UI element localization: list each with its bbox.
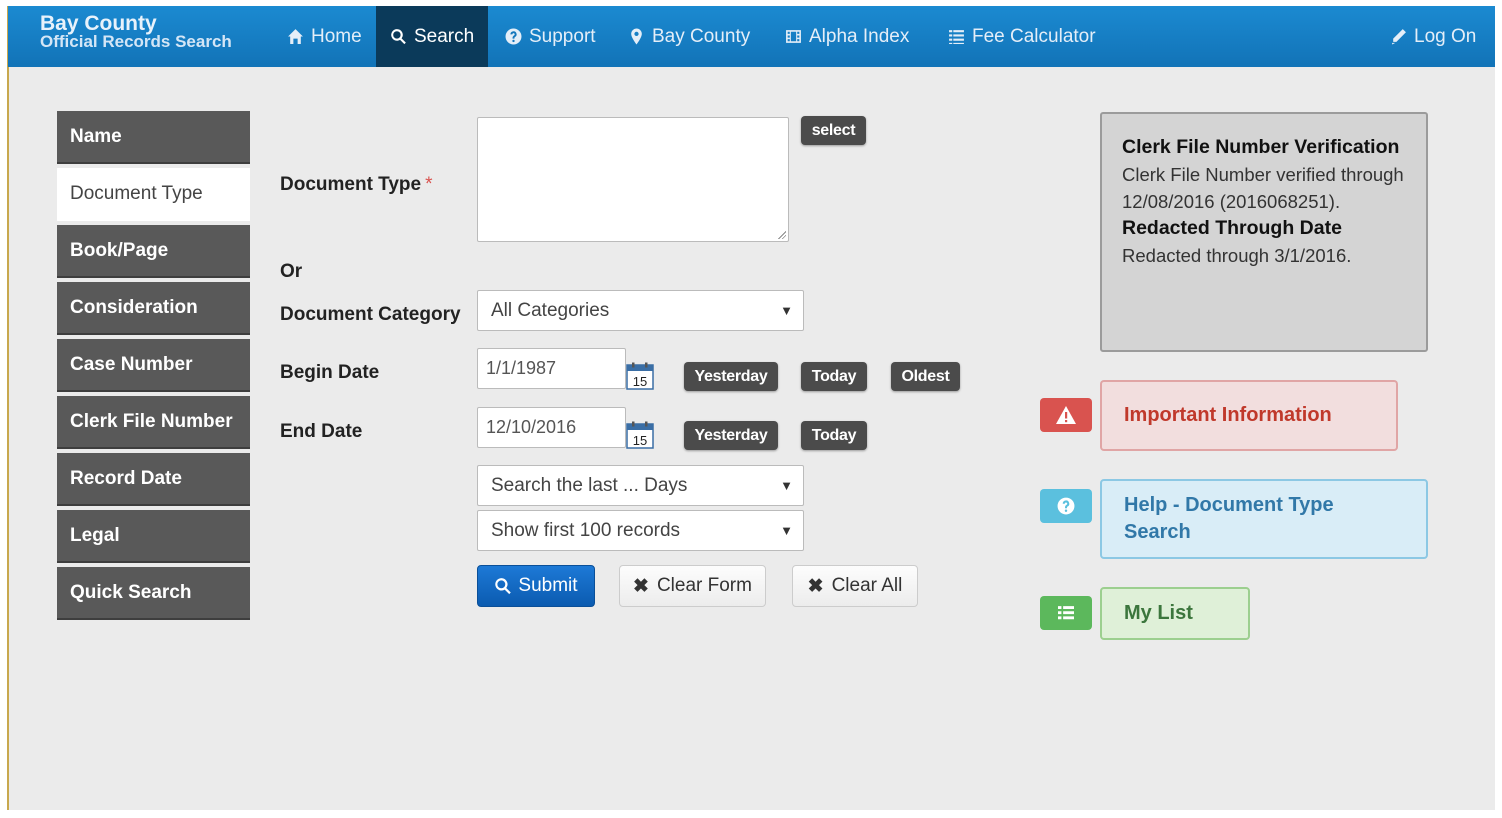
nav-support-label: Support (529, 25, 596, 47)
clear-form-button[interactable]: ✖ Clear Form (619, 565, 766, 607)
brand-subtitle: Official Records Search (40, 32, 232, 51)
chevron-down-icon: ▼ (780, 478, 793, 493)
important-information-panel[interactable]: Important Information (1100, 380, 1398, 451)
nav-search[interactable]: Search (376, 6, 489, 67)
sidebar-item-case-number[interactable]: Case Number (57, 339, 250, 392)
search-last-days-value: Search the last ... Days (491, 475, 688, 496)
nav-bay-county[interactable]: Bay County (628, 6, 750, 67)
document-category-label: Document Category (280, 304, 461, 325)
help-document-type-panel[interactable]: Help - Document Type Search (1100, 479, 1428, 559)
redacted-text: Redacted through 3/1/2016. (1122, 245, 1352, 266)
document-type-label: Document Type * (280, 174, 433, 196)
nav-alpha-index-label: Alpha Index (809, 25, 910, 47)
redacted-heading: Redacted Through Date (1122, 217, 1342, 239)
or-label: Or (280, 261, 303, 282)
begin-yesterday-button[interactable]: Yesterday (684, 362, 778, 391)
home-icon (288, 29, 303, 44)
question-circle-icon (505, 28, 522, 45)
begin-date-input[interactable]: 1/1/1987 (477, 348, 626, 389)
clear-all-label: Clear All (831, 575, 903, 596)
clear-all-button[interactable]: ✖ Clear All (792, 565, 918, 607)
help-tag[interactable] (1040, 489, 1092, 523)
calendar-day-text: 15 (633, 433, 647, 448)
film-icon (786, 30, 801, 43)
submit-label: Submit (518, 575, 578, 596)
end-yesterday-button[interactable]: Yesterday (684, 421, 778, 450)
sidebar-item-consideration[interactable]: Consideration (57, 282, 250, 335)
verification-text: Clerk File Number verified through 12/08… (1122, 164, 1404, 212)
nav-log-on-label: Log On (1414, 25, 1477, 47)
important-info-tag[interactable] (1040, 398, 1092, 432)
question-circle-icon (1057, 497, 1075, 515)
submit-button[interactable]: Submit (477, 565, 595, 607)
sidebar-item-clerk-file-number[interactable]: Clerk File Number (57, 396, 250, 449)
clerk-file-verification-box: Clerk File Number Verification Clerk Fil… (1100, 112, 1428, 352)
close-icon: ✖ (633, 575, 649, 597)
nav-home[interactable]: Home (287, 6, 362, 67)
search-icon (495, 578, 512, 595)
end-date-input[interactable]: 12/10/2016 (477, 407, 626, 448)
close-icon: ✖ (807, 575, 824, 597)
nav-bay-county-label: Bay County (652, 25, 751, 47)
required-marker: * (425, 174, 433, 195)
begin-today-button[interactable]: Today (801, 362, 867, 391)
my-list-panel[interactable]: My List (1100, 587, 1250, 640)
document-category-value: All Categories (491, 300, 610, 321)
help-panel-label: Help - Document Type Search (1124, 494, 1334, 543)
list-icon (1058, 606, 1074, 620)
nav-fee-calculator[interactable]: Fee Calculator (948, 6, 1096, 67)
pencil-icon (1392, 29, 1406, 45)
sidebar-item-document-type[interactable]: Document Type (57, 168, 250, 221)
resize-grip-icon[interactable] (777, 230, 786, 239)
select-document-type-button[interactable]: select (801, 116, 866, 145)
my-list-tag[interactable] (1040, 596, 1092, 630)
map-marker-icon (631, 28, 642, 45)
calendar-icon[interactable]: 15 (626, 421, 654, 449)
top-navbar: Bay County Official Records Search Home … (8, 6, 1495, 67)
clear-form-label: Clear Form (656, 575, 752, 596)
sidebar-item-legal[interactable]: Legal (57, 510, 250, 563)
sidebar-item-name[interactable]: Name (57, 111, 250, 164)
calendar-icon[interactable]: 15 (626, 362, 654, 390)
end-today-button[interactable]: Today (801, 421, 867, 450)
document-type-label-text: Document Type (280, 174, 422, 195)
brand-logo[interactable]: Bay County Official Records Search (40, 12, 232, 51)
calendar-day-text: 15 (633, 374, 647, 389)
sidebar-item-book-page[interactable]: Book/Page (57, 225, 250, 278)
sidebar-item-quick-search[interactable]: Quick Search (57, 567, 250, 620)
nav-alpha-index[interactable]: Alpha Index (785, 6, 909, 67)
document-type-textarea[interactable] (477, 117, 789, 242)
end-date-label: End Date (280, 421, 363, 442)
nav-log-on[interactable]: Log On (1390, 6, 1476, 67)
begin-date-label: Begin Date (280, 362, 380, 383)
search-icon (391, 29, 406, 45)
nav-support[interactable]: Support (505, 6, 596, 67)
sidebar-item-record-date[interactable]: Record Date (57, 453, 250, 506)
document-category-select[interactable]: All Categories ▼ (477, 290, 804, 331)
warning-icon (1056, 406, 1076, 424)
nav-fee-calculator-label: Fee Calculator (972, 25, 1096, 47)
nav-home-label: Home (311, 25, 362, 47)
nav-search-label: Search (414, 25, 475, 47)
search-last-days-select[interactable]: Search the last ... Days ▼ (477, 465, 804, 506)
begin-oldest-button[interactable]: Oldest (891, 362, 960, 391)
record-limit-value: Show first 100 records (491, 520, 681, 541)
list-icon (949, 30, 964, 44)
chevron-down-icon: ▼ (780, 523, 793, 538)
record-limit-select[interactable]: Show first 100 records ▼ (477, 510, 804, 551)
verification-heading: Clerk File Number Verification (1122, 136, 1400, 158)
brand-title: Bay County (40, 12, 157, 35)
chevron-down-icon: ▼ (780, 303, 793, 318)
